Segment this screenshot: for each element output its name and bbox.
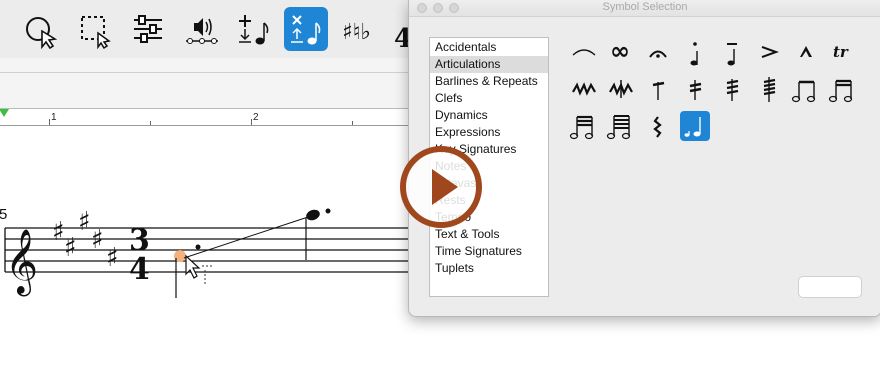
window-title: Symbol Selection: [602, 1, 688, 13]
tremolo-four-slash-icon[interactable]: [754, 74, 784, 104]
category-tuplets[interactable]: Tuplets: [430, 260, 548, 277]
grace-note-head[interactable]: [305, 208, 322, 222]
staccato-icon[interactable]: [680, 37, 710, 67]
accent-icon[interactable]: [754, 37, 784, 67]
beamed-32nds-icon[interactable]: [569, 111, 599, 141]
svg-text:♯: ♯: [91, 225, 104, 255]
grace-note-dot: [325, 208, 331, 214]
category-articulations[interactable]: Articulations: [430, 56, 548, 73]
drag-line: [183, 216, 309, 259]
svg-text:∞: ∞: [610, 37, 630, 65]
time-signature-bottom: 4: [129, 252, 150, 287]
window-titlebar[interactable]: Symbol Selection: [409, 0, 880, 17]
svg-text:♯: ♯: [52, 217, 65, 247]
beamed-eighths-icon[interactable]: [791, 74, 821, 104]
category-time-signatures[interactable]: Time Signatures: [430, 243, 548, 260]
category-expressions[interactable]: Expressions: [430, 124, 548, 141]
inverted-mordent-icon[interactable]: [606, 74, 636, 104]
beamed-64ths-icon[interactable]: [606, 111, 636, 141]
mordent-icon[interactable]: [569, 74, 599, 104]
category-accidentals[interactable]: Accidentals: [430, 39, 548, 56]
video-play-icon[interactable]: [399, 145, 483, 229]
time-signature[interactable]: 3 4: [129, 223, 150, 287]
squiggle-icon[interactable]: [643, 111, 673, 141]
svg-text:♯: ♯: [106, 243, 119, 273]
tremolo-two-slash-icon[interactable]: [680, 74, 710, 104]
svg-text:♯: ♯: [64, 233, 77, 263]
category-clefs[interactable]: Clefs: [430, 90, 548, 107]
score-canvas: 𝄞 ♯ ♯ ♯ ♯ ♯ 3 4: [4, 207, 408, 298]
cursor-dashed-guide: [202, 265, 212, 284]
beamed-sixteenths-icon[interactable]: [828, 74, 858, 104]
slur-icon[interactable]: [569, 37, 599, 67]
category-dynamics[interactable]: Dynamics: [430, 107, 548, 124]
marcato-icon[interactable]: [791, 37, 821, 67]
tremolo-three-slash-icon[interactable]: [717, 74, 747, 104]
category-barlines-repeats[interactable]: Barlines & Repeats: [430, 73, 548, 90]
treble-clef-icon[interactable]: 𝄞: [5, 229, 38, 296]
grace-note-symbol-icon[interactable]: [680, 111, 710, 141]
mouse-cursor-icon: [185, 254, 201, 279]
tenuto-icon[interactable]: [717, 37, 747, 67]
svg-text:♯: ♯: [78, 207, 91, 237]
turn-icon[interactable]: ∞: [606, 37, 636, 67]
augmentation-dot: [195, 244, 201, 250]
trill-icon[interactable]: tr: [828, 37, 858, 67]
svg-text:tr: tr: [833, 43, 849, 61]
tremolo-one-slash-icon[interactable]: [643, 74, 673, 104]
key-signature-sharps[interactable]: ♯ ♯ ♯ ♯ ♯: [52, 207, 119, 273]
ok-button[interactable]: [798, 276, 862, 298]
fermata-icon[interactable]: [643, 37, 673, 67]
